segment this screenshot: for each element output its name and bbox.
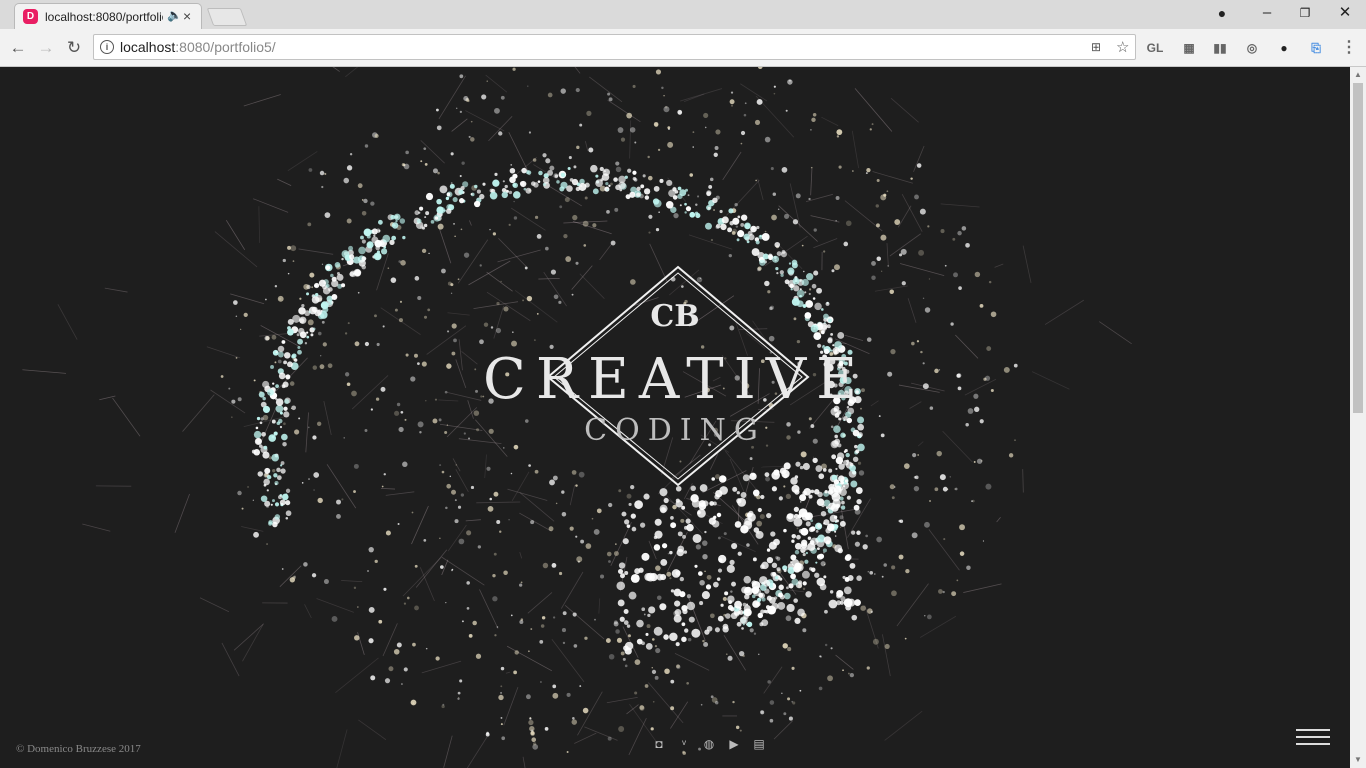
extension-icon-4[interactable]: ◎ xyxy=(1243,39,1261,57)
new-tab-button[interactable] xyxy=(206,8,248,26)
vimeo-icon[interactable]: ᵛ xyxy=(676,737,692,751)
restore-button[interactable]: ❐ xyxy=(1285,2,1325,26)
extension-icon-6[interactable]: ⎘ xyxy=(1307,39,1325,57)
page-viewport: CB CREATIVE CODING © Domenico Bruzzese 2… xyxy=(0,67,1350,768)
menu-line xyxy=(1296,736,1330,738)
translate-icon[interactable]: ⊞ xyxy=(1091,40,1101,54)
extension-icon-3[interactable]: ▮▮ xyxy=(1211,39,1229,57)
page-subtitle: CODING xyxy=(584,413,766,448)
github-icon[interactable]: ● xyxy=(1275,39,1293,57)
url-path: :8080/portfolio5/ xyxy=(175,39,276,55)
bookmark-star-icon[interactable]: ☆ xyxy=(1116,38,1129,56)
copyright-text: © Domenico Bruzzese 2017 xyxy=(16,743,141,755)
url-text[interactable]: localhost:8080/portfolio5/ xyxy=(120,39,276,55)
tab-strip: D localhost:8080/portfolio5/ 🔈 × ● – ❐ ✕ xyxy=(0,0,1366,29)
browser-chrome: D localhost:8080/portfolio5/ 🔈 × ● – ❐ ✕… xyxy=(0,0,1366,67)
tab-title: localhost:8080/portfolio5/ xyxy=(45,10,163,24)
scroll-down-arrow[interactable]: ▼ xyxy=(1353,755,1363,764)
tab-close-icon[interactable]: × xyxy=(183,8,191,24)
instagram-icon[interactable]: ◘ xyxy=(651,737,667,751)
site-info-icon[interactable]: i xyxy=(100,40,114,54)
profile-icon[interactable]: ● xyxy=(1202,2,1242,26)
back-button[interactable]: ← xyxy=(8,38,28,58)
audio-playing-icon[interactable]: 🔈 xyxy=(167,8,182,22)
logo-monogram: CB xyxy=(650,299,700,334)
page-scrollbar[interactable]: ▲ ▼ xyxy=(1350,67,1366,768)
close-window-button[interactable]: ✕ xyxy=(1325,2,1365,26)
page-title: CREATIVE xyxy=(482,347,868,412)
url-host: localhost xyxy=(120,39,176,55)
chrome-menu-icon[interactable]: ⋮ xyxy=(1340,39,1358,57)
menu-line xyxy=(1296,729,1330,731)
extension-icon-2[interactable]: ▦ xyxy=(1180,39,1198,57)
document-icon[interactable]: ▤ xyxy=(751,737,767,751)
reload-button[interactable]: ↻ xyxy=(64,38,84,58)
scroll-thumb[interactable] xyxy=(1353,83,1363,413)
forward-button[interactable]: → xyxy=(36,38,56,58)
favicon-icon: D xyxy=(23,9,38,24)
scroll-up-arrow[interactable]: ▲ xyxy=(1353,70,1363,79)
minimize-button[interactable]: – xyxy=(1247,2,1287,26)
address-bar[interactable]: i localhost:8080/portfolio5/ ⊞ ☆ xyxy=(93,34,1136,60)
gl-extension-icon[interactable]: GL xyxy=(1146,39,1164,57)
youtube-icon[interactable]: ▶ xyxy=(726,737,742,751)
dribbble-icon[interactable]: ◍ xyxy=(701,737,717,751)
hamburger-menu-button[interactable] xyxy=(1296,727,1330,749)
tab-active[interactable]: D localhost:8080/portfolio5/ 🔈 × xyxy=(14,3,202,29)
menu-line xyxy=(1296,743,1330,745)
